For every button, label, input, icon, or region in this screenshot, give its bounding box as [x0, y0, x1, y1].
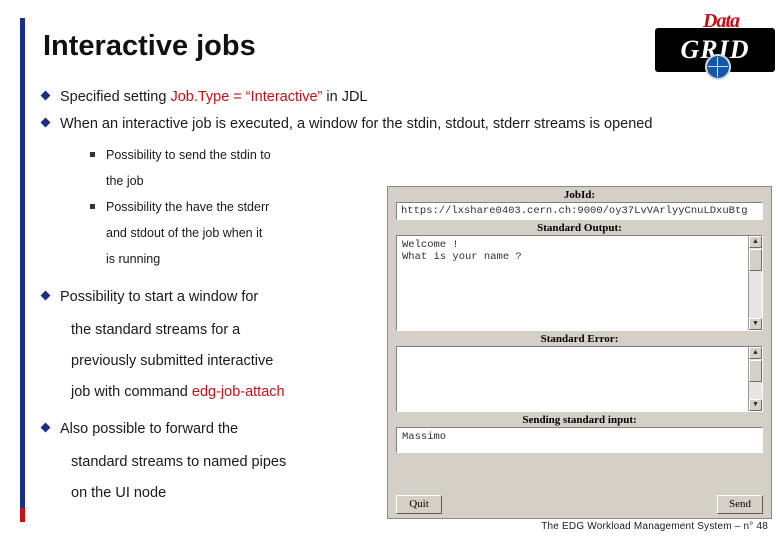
- jobid-label: JobId:: [563, 189, 596, 201]
- quit-button[interactable]: Quit: [396, 495, 442, 514]
- bullet-text-post: in JDL: [322, 89, 368, 105]
- bullet-item-window: When an interactive job is executed, a w…: [40, 115, 780, 134]
- page-title: Interactive jobs: [43, 30, 256, 62]
- stdin-label: Sending standard input:: [522, 414, 637, 426]
- stderr-label: Standard Error:: [540, 333, 619, 345]
- bullet-attach-line4-pre: job with command: [71, 384, 192, 400]
- datagrid-logo: Data GRID: [655, 10, 775, 80]
- scroll-down-arrow-icon[interactable]: ▼: [749, 399, 762, 411]
- square-bullet-icon: [90, 204, 95, 209]
- stdin-field[interactable]: Massimo: [396, 427, 763, 453]
- scrollbar-thumb[interactable]: [749, 360, 762, 382]
- scroll-down-arrow-icon[interactable]: ▼: [749, 318, 762, 330]
- stdout-line-1: Welcome !: [402, 239, 459, 251]
- sub-bullet-text: Possibility to send the stdin to: [106, 148, 271, 162]
- stdin-value: Massimo: [402, 431, 447, 443]
- bullet-text: When an interactive job is executed, a w…: [60, 116, 653, 132]
- sub-bullet-stdin: Possibility to send the stdin to: [88, 142, 780, 168]
- bullet-text: Possibility to start a window for: [60, 289, 259, 305]
- scroll-up-arrow-icon[interactable]: ▲: [749, 347, 762, 359]
- diamond-bullet-icon: [40, 290, 51, 301]
- stderr-scrollbar[interactable]: ▲ ▼: [748, 347, 762, 411]
- stdout-area[interactable]: Welcome ! What is your name ? ▲ ▼: [396, 235, 763, 331]
- stdout-label: Standard Output:: [537, 222, 622, 234]
- diamond-bullet-icon: [40, 422, 51, 433]
- stdout-line-2: What is your name ?: [402, 251, 522, 263]
- bullet-text: Also possible to forward the: [60, 421, 239, 437]
- sub-bullet-text: Possibility the have the stderr: [106, 200, 270, 214]
- footer-accent-bar: [20, 508, 25, 522]
- slide-footer: The EDG Workload Management System – n° …: [541, 521, 768, 532]
- square-bullet-icon: [90, 152, 95, 157]
- diamond-bullet-icon: [40, 90, 51, 101]
- screenshot-button-bar: Quit Send: [388, 492, 771, 518]
- scroll-up-arrow-icon[interactable]: ▲: [749, 236, 762, 248]
- command-name: edg-job-attach: [191, 384, 285, 400]
- bullet-text-pre: Specified setting: [60, 89, 171, 105]
- jobid-field[interactable]: https://lxshare0403.cern.ch:9000/oy37LvV…: [396, 202, 763, 220]
- globe-icon: [705, 54, 731, 80]
- bullet-item-jdl: Specified setting Job.Type = “Interactiv…: [40, 88, 780, 107]
- stderr-area[interactable]: ▲ ▼: [396, 346, 763, 412]
- diamond-bullet-icon: [40, 117, 51, 128]
- bullet-text-code: Job.Type = “Interactive”: [170, 89, 323, 105]
- scrollbar-thumb[interactable]: [749, 249, 762, 271]
- interactive-job-window-screenshot: JobId: https://lxshare0403.cern.ch:9000/…: [387, 186, 772, 519]
- left-accent-bar: [20, 18, 25, 522]
- stdout-scrollbar[interactable]: ▲ ▼: [748, 236, 762, 330]
- send-button[interactable]: Send: [717, 495, 763, 514]
